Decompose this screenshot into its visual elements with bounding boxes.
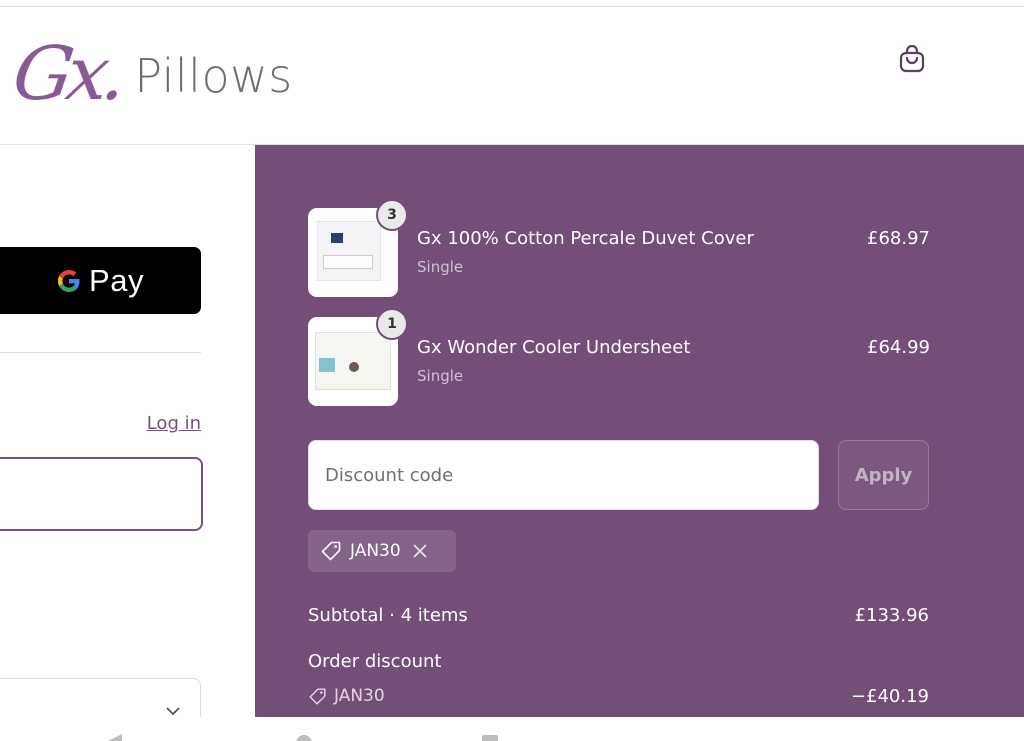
checkout-form-column: Pay Log in: [0, 145, 255, 738]
subtotal-row: Subtotal · 4 items £133.96: [308, 605, 929, 626]
product-price: £64.99: [867, 337, 930, 358]
product-price: £68.97: [867, 228, 930, 249]
recent-apps-icon[interactable]: [482, 735, 498, 741]
quantity-badge: 1: [376, 308, 408, 340]
quantity-badge: 3: [376, 199, 408, 231]
product-variant: Single: [417, 258, 464, 276]
order-discount-code-text: JAN30: [334, 686, 385, 706]
log-in-link[interactable]: Log in: [147, 413, 201, 434]
system-navigation-bar: [0, 717, 1024, 741]
tag-icon: [309, 687, 326, 705]
tag-icon: [321, 541, 341, 561]
apply-discount-button[interactable]: Apply: [838, 440, 929, 510]
subtotal-label: Subtotal · 4 items: [308, 605, 468, 626]
logo-text: Pillows: [134, 49, 293, 103]
order-discount-row: Order discount: [308, 651, 929, 672]
section-divider: [0, 352, 201, 353]
shopping-bag-icon[interactable]: [896, 43, 928, 75]
line-item: 3 Gx 100% Cotton Percale Duvet Cover Sin…: [308, 199, 930, 300]
home-icon[interactable]: [296, 735, 312, 741]
product-name: Gx 100% Cotton Percale Duvet Cover: [417, 228, 754, 249]
order-summary-panel: 3 Gx 100% Cotton Percale Duvet Cover Sin…: [255, 145, 1024, 717]
order-discount-code: JAN30: [308, 686, 385, 706]
product-name: Gx Wonder Cooler Undersheet: [417, 337, 691, 358]
subtotal-value: £133.96: [854, 605, 929, 626]
google-g-icon: [58, 269, 80, 292]
email-field[interactable]: [0, 457, 203, 531]
remove-discount-button[interactable]: [413, 544, 427, 558]
site-header: Gx. Pillows: [0, 7, 1024, 145]
order-discount-value: −£40.19: [850, 686, 929, 707]
chevron-down-icon: [166, 707, 180, 716]
line-item: 1 Gx Wonder Cooler Undersheet Single £64…: [308, 308, 930, 409]
order-discount-label: Order discount: [308, 651, 442, 672]
applied-discount-chip: JAN30: [308, 530, 456, 572]
product-variant: Single: [417, 367, 464, 385]
google-pay-button[interactable]: Pay: [0, 247, 201, 314]
applied-discount-code: JAN30: [350, 541, 401, 561]
discount-code-input[interactable]: Discount code: [308, 440, 819, 510]
brand-logo[interactable]: Gx. Pillows: [8, 7, 293, 117]
close-icon: [413, 544, 427, 558]
logo-mark: Gx.: [7, 31, 127, 117]
google-pay-label: Pay: [89, 262, 144, 298]
back-icon[interactable]: [108, 734, 122, 741]
